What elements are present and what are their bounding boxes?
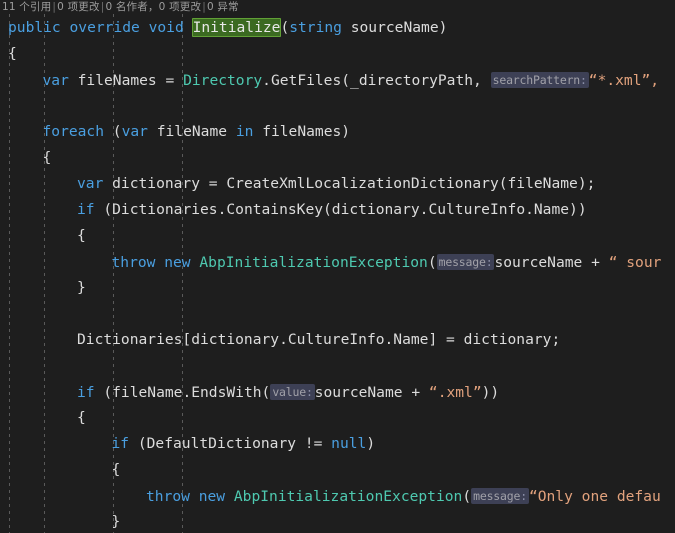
keyword-token: new — [164, 254, 191, 271]
keyword-token: override — [69, 19, 140, 36]
code-token: } — [111, 513, 121, 530]
keyword-token: void — [148, 19, 184, 36]
string-literal-token: “ sour — [608, 254, 662, 271]
code-token: .GetFiles(_directoryPath, — [262, 72, 491, 89]
string-literal-token: “.xml” — [428, 384, 482, 401]
code-line[interactable]: if (fileName.EndsWith(value: sourceName +… — [0, 379, 675, 405]
keyword-token: var — [121, 123, 148, 140]
code-token: fileName — [147, 123, 236, 140]
code-line[interactable]: Dictionaries[dictionary.CultureInfo.Name… — [0, 327, 675, 353]
codelens-changes[interactable]: 0 项更改 — [57, 1, 100, 13]
keyword-token: var — [77, 175, 104, 192]
code-token: ( — [104, 123, 122, 140]
code-token: ( — [462, 488, 472, 505]
keyword-token: new — [198, 488, 226, 505]
hint-colon: : — [485, 255, 493, 269]
code-token: Dictionaries[dictionary.CultureInfo.Name… — [77, 331, 561, 348]
keyword-with-warning[interactable]: if — [77, 380, 95, 405]
keyword-token: if — [77, 201, 95, 218]
codelens-exceptions[interactable]: 0 异常 — [207, 1, 239, 13]
code-token: { — [77, 409, 86, 426]
type-token: Directory — [183, 72, 263, 89]
code-token: sourceName + — [314, 384, 429, 401]
codelens-authors[interactable]: 0 名作者，0 项更改 — [105, 1, 201, 13]
code-token: (Dictionaries.ContainsKey(dictionary.Cul… — [94, 201, 587, 218]
string-literal-token: “*.xml”, — [588, 72, 660, 89]
code-content[interactable]: public override void Initialize(string s… — [0, 14, 675, 533]
keyword-token: string — [289, 19, 342, 36]
parameter-name-hint[interactable]: message: — [471, 488, 529, 504]
parameter-name-hint[interactable]: value: — [270, 384, 315, 400]
code-token: } — [77, 279, 86, 296]
code-line[interactable]: foreach (var fileName in fileNames) — [0, 119, 675, 145]
code-token: { — [42, 149, 52, 166]
code-token: fileNames = — [68, 72, 184, 89]
type-token: AbpInitializationException — [233, 488, 463, 505]
code-line[interactable]: var fileNames = Directory.GetFiles(_dire… — [0, 67, 675, 93]
type-token: AbpInitializationException — [199, 254, 428, 271]
code-token: )) — [481, 384, 500, 401]
code-line[interactable]: if (Dictionaries.ContainsKey(dictionary.… — [0, 197, 675, 223]
keyword-token: null — [331, 435, 367, 452]
code-line[interactable]: { — [0, 145, 675, 171]
code-line[interactable]: { — [0, 457, 675, 483]
code-line[interactable]: throw new AbpInitializationException(mes… — [0, 483, 675, 509]
hint-colon: : — [520, 489, 527, 503]
code-line[interactable] — [0, 93, 675, 119]
code-token: sourceName + — [494, 254, 609, 271]
code-token: ( — [427, 254, 437, 271]
code-line[interactable]: } — [0, 275, 675, 301]
codelens-bar: 11 个引用|0 项更改|0 名作者，0 项更改|0 异常 — [0, 0, 675, 14]
keyword-token: if — [111, 435, 130, 452]
string-literal-token: “Only one defau — [528, 488, 661, 505]
code-token: ( — [280, 19, 290, 36]
code-token: { — [111, 461, 121, 478]
keyword-token: in — [235, 123, 254, 140]
keyword-token: var — [42, 72, 69, 89]
code-token: fileNames) — [253, 123, 351, 140]
code-line[interactable]: { — [0, 405, 675, 431]
code-token: (fileName.EndsWith( — [94, 384, 271, 401]
code-line[interactable]: { — [0, 41, 675, 67]
hint-colon: : — [580, 73, 587, 87]
keyword-token: public — [8, 19, 61, 36]
code-token: ) — [366, 435, 376, 452]
codelens-references[interactable]: 11 个引用 — [2, 1, 51, 13]
code-line[interactable]: { — [0, 223, 675, 249]
code-line[interactable]: public override void Initialize(string s… — [0, 15, 675, 41]
code-line[interactable]: if (DefaultDictionary != null) — [0, 431, 675, 457]
code-line[interactable]: } — [0, 509, 675, 533]
code-token: sourceName) — [341, 19, 448, 36]
code-token: { — [8, 45, 17, 62]
hint-colon: : — [305, 385, 313, 399]
code-token: { — [77, 227, 86, 244]
code-line[interactable]: throw new AbpInitializationException(mes… — [0, 249, 675, 275]
keyword-token: foreach — [42, 123, 105, 140]
keyword-token: throw — [146, 488, 190, 505]
highlighted-symbol[interactable]: Initialize — [191, 18, 282, 37]
code-token: (DefaultDictionary != — [129, 435, 332, 452]
code-editor[interactable]: public override void Initialize(string s… — [0, 14, 675, 533]
code-line[interactable] — [0, 301, 675, 327]
keyword-token: throw — [111, 254, 156, 271]
parameter-name-hint[interactable]: searchPattern: — [490, 72, 589, 88]
code-line[interactable] — [0, 353, 675, 379]
code-line[interactable]: var dictionary = CreateXmlLocalizationDi… — [0, 171, 675, 197]
parameter-name-hint[interactable]: message: — [436, 254, 495, 270]
code-token: dictionary = CreateXmlLocalizationDictio… — [103, 175, 596, 192]
